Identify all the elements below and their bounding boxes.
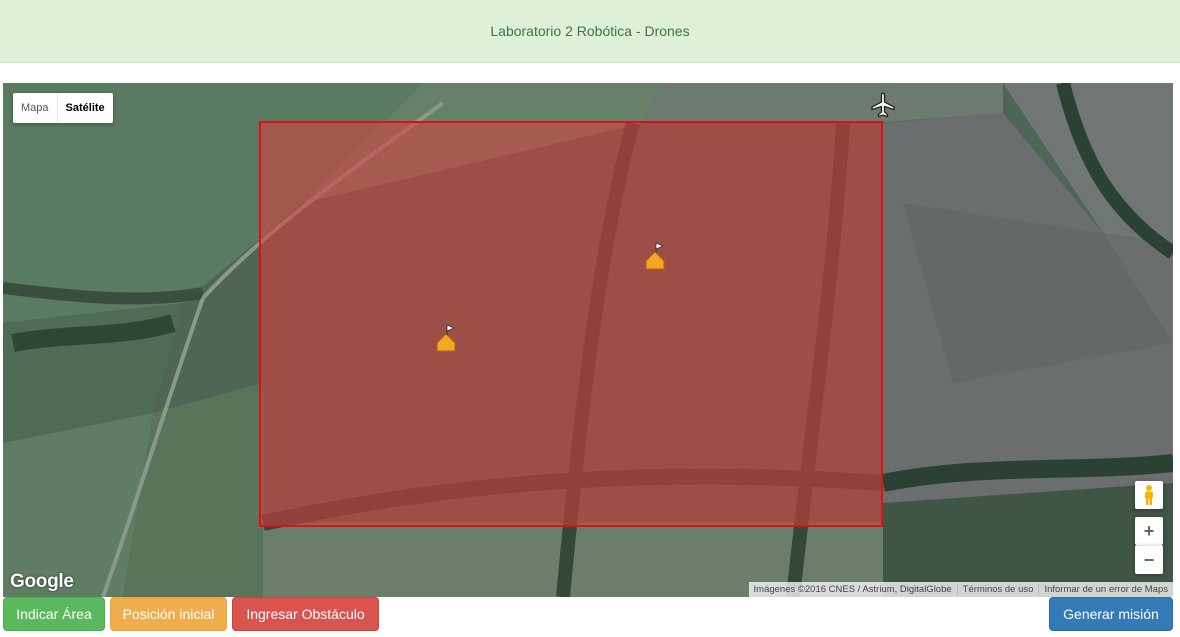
google-logo: Google <box>10 571 74 592</box>
report-error-link[interactable]: Informar de un error de Maps <box>1039 584 1173 595</box>
satellite-map[interactable]: Mapa Satélite + − Google Imágenes ©2016 … <box>3 83 1173 597</box>
indicate-area-button[interactable]: Indicar Área <box>3 597 105 631</box>
map-attribution: Imágenes ©2016 CNES / Astrium, DigitalGl… <box>748 582 1173 597</box>
map-type-map-button[interactable]: Mapa <box>13 93 58 123</box>
map-type-satellite-button[interactable]: Satélite <box>58 93 113 123</box>
flag-marker-icon[interactable] <box>644 241 666 271</box>
street-view-pegman-icon[interactable] <box>1135 481 1163 509</box>
mission-area-polygon[interactable] <box>259 121 883 527</box>
map-type-control: Mapa Satélite <box>13 93 113 123</box>
flag-marker-icon[interactable] <box>435 323 457 353</box>
page-title: Laboratorio 2 Robótica - Drones <box>490 23 690 39</box>
imagery-attribution: Imágenes ©2016 CNES / Astrium, DigitalGl… <box>749 584 958 595</box>
airplane-icon[interactable] <box>869 91 897 119</box>
page-header: Laboratorio 2 Robótica - Drones <box>0 0 1180 63</box>
terms-of-use-link[interactable]: Términos de uso <box>958 584 1040 595</box>
add-obstacle-button[interactable]: Ingresar Obstáculo <box>232 597 379 631</box>
zoom-in-button[interactable]: + <box>1135 517 1163 545</box>
generate-mission-button[interactable]: Generar misión <box>1049 597 1173 631</box>
initial-position-button[interactable]: Posición inicial <box>110 597 227 631</box>
zoom-out-button[interactable]: − <box>1135 545 1163 574</box>
